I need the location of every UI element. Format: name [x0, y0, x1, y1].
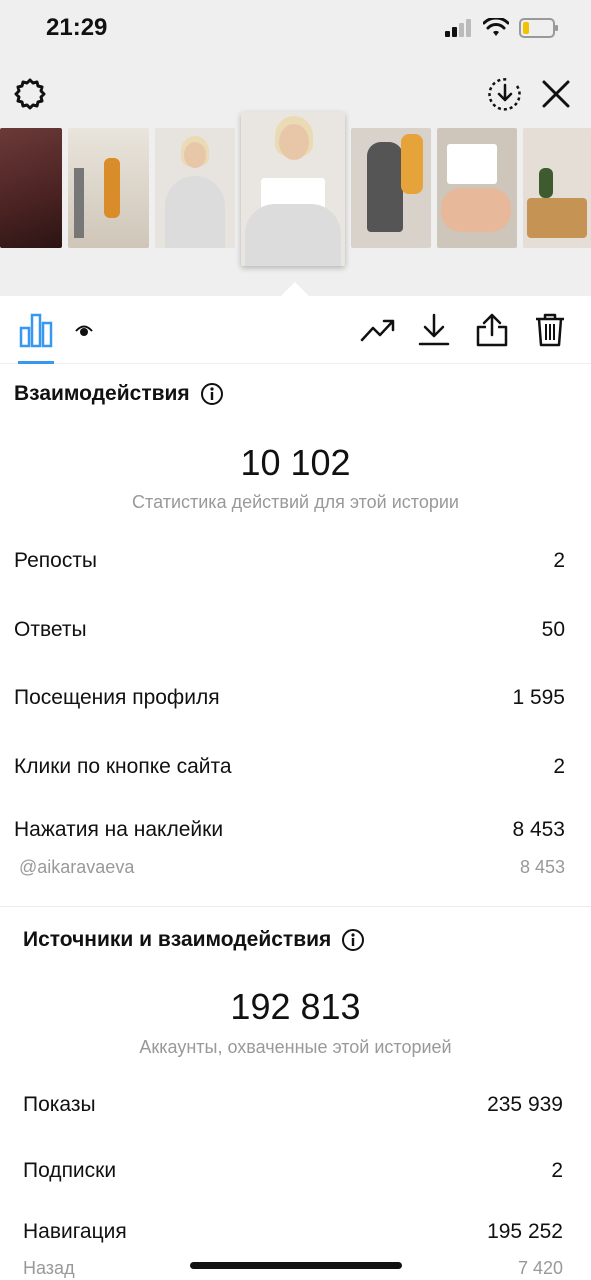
metric-value: 2: [551, 1159, 563, 1182]
metric-value: 1 595: [512, 686, 565, 709]
metric-value: 8 453: [512, 818, 565, 841]
home-indicator[interactable]: [190, 1262, 402, 1269]
selected-pointer: [281, 282, 309, 296]
metric-label: Ответы: [14, 618, 87, 641]
metric-value: 2: [553, 755, 565, 778]
close-button[interactable]: [538, 76, 574, 112]
tab-viewers[interactable]: [64, 310, 104, 350]
story-thumbnail[interactable]: [351, 128, 431, 248]
info-icon[interactable]: [200, 382, 224, 406]
metric-label: Клики по кнопке сайта: [14, 755, 232, 778]
metric-row-sticker-taps: Нажатия на наклейки 8 453: [14, 818, 565, 842]
metric-sub-value: 7 420: [517, 1258, 563, 1278]
metric-row-profile-visits: Посещения профиля 1 595: [14, 686, 565, 710]
status-time: 21:29: [46, 14, 108, 41]
metric-label: Нажатия на наклейки: [14, 818, 224, 841]
status-icons: [445, 18, 559, 38]
section-divider: [0, 906, 591, 907]
trend-icon: [360, 319, 395, 342]
story-thumbnail[interactable]: [523, 128, 591, 248]
metric-label: Показы: [23, 1093, 96, 1116]
metric-label: Репосты: [14, 549, 98, 572]
trash-icon: [536, 313, 564, 347]
story-thumbnail[interactable]: [437, 128, 517, 248]
save-story-button[interactable]: [485, 74, 525, 114]
metric-sub-label: @aikaravaeva: [19, 857, 135, 877]
story-thumbnails: [0, 112, 591, 268]
story-thumbnail-selected[interactable]: [241, 112, 345, 266]
interactions-title: Взаимодействия: [14, 382, 224, 406]
tab-active-indicator: [18, 361, 54, 364]
interactions-title-text: Взаимодействия: [14, 382, 190, 405]
insights-bar-icon: [19, 313, 53, 348]
metric-value: 235 939: [487, 1093, 563, 1116]
settings-button[interactable]: [12, 76, 48, 112]
metric-label: Навигация: [23, 1220, 127, 1243]
promote-button[interactable]: [358, 310, 398, 350]
discovery-title: Источники и взаимодействия: [23, 928, 365, 952]
story-thumbnail[interactable]: [155, 128, 235, 248]
metric-row-follows: Подписки 2: [23, 1159, 563, 1183]
metric-row-navigation: Навигация 195 252: [23, 1220, 563, 1244]
status-bar: 21:29: [0, 0, 591, 60]
story-thumbnail[interactable]: [0, 128, 62, 248]
metric-row-reposts: Репосты 2: [14, 549, 565, 573]
share-button[interactable]: [472, 310, 512, 350]
discovery-caption: Аккаунты, охваченные этой историей: [139, 1037, 452, 1057]
insights-toolbar: [0, 296, 591, 364]
metric-row-replies: Ответы 50: [14, 618, 565, 642]
share-icon: [476, 313, 508, 347]
metric-row-website-clicks: Клики по кнопке сайта 2: [14, 755, 565, 779]
metric-row-impressions: Показы 235 939: [23, 1093, 563, 1117]
discovery-title-text: Источники и взаимодействия: [23, 928, 332, 951]
metric-value: 2: [553, 549, 565, 572]
metric-label: Посещения профиля: [14, 686, 220, 709]
tab-insights[interactable]: [16, 310, 56, 350]
metric-label: Подписки: [23, 1159, 117, 1182]
interactions-total: 10 102: [240, 442, 351, 483]
battery-icon: [519, 18, 558, 38]
metric-sub-label: Назад: [23, 1258, 75, 1278]
wifi-icon: [483, 18, 509, 36]
story-thumbnail[interactable]: [68, 128, 149, 248]
delete-button[interactable]: [530, 310, 570, 350]
discovery-total: 192 813: [230, 986, 361, 1027]
interactions-caption: Статистика действий для этой истории: [132, 492, 459, 512]
eye-icon: [75, 325, 93, 336]
signal-icon: [445, 19, 471, 37]
download-icon: [418, 313, 450, 346]
metric-value: 195 252: [487, 1220, 563, 1243]
metric-row-sticker-mention: @aikaravaeva 8 453: [19, 857, 565, 878]
info-icon[interactable]: [341, 928, 365, 952]
settings-icon: [14, 78, 46, 110]
close-icon: [542, 80, 570, 108]
download-circle-icon: [488, 78, 521, 111]
metric-value: 50: [541, 618, 565, 641]
metric-sub-value: 8 453: [519, 857, 565, 877]
download-button[interactable]: [414, 310, 454, 350]
